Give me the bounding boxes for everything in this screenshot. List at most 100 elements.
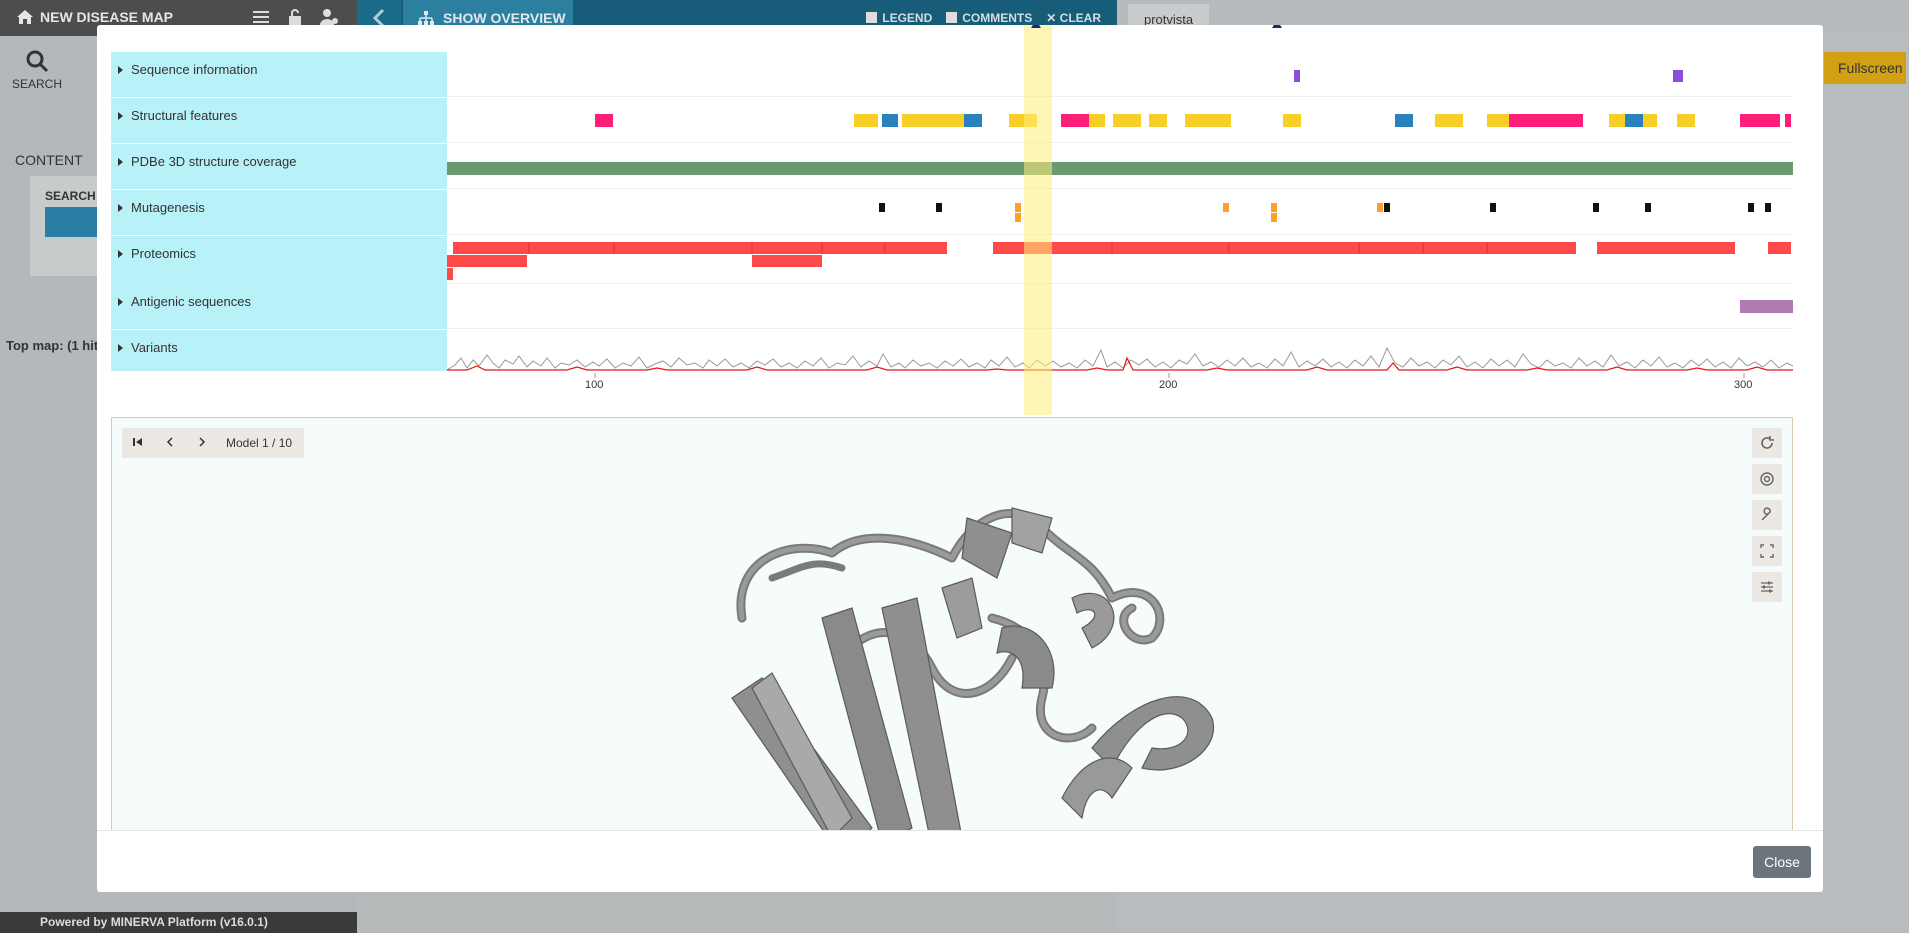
home-link[interactable]: NEW DISEASE MAP bbox=[16, 9, 173, 25]
protein-structure-render[interactable] bbox=[712, 498, 1252, 858]
comments-label: COMMENTS bbox=[962, 11, 1033, 25]
track-label[interactable]: Sequence information bbox=[111, 52, 447, 97]
track-variants[interactable]: Variants bbox=[111, 330, 1793, 371]
app-title: NEW DISEASE MAP bbox=[40, 9, 174, 25]
coverage-bar[interactable] bbox=[447, 162, 1793, 175]
track-label[interactable]: Structural features bbox=[111, 98, 447, 143]
variants-track bbox=[447, 346, 1793, 371]
caret-right-icon bbox=[118, 112, 123, 120]
mutagenesis-marks bbox=[879, 203, 1771, 222]
proteomics-track bbox=[447, 242, 1791, 280]
search-icon bbox=[26, 50, 49, 73]
sitemap-icon bbox=[418, 11, 434, 25]
axis-tick-label: 300 bbox=[1734, 379, 1753, 391]
show-overview-label: SHOW OVERVIEW bbox=[443, 10, 566, 26]
sequence-info-track bbox=[1294, 70, 1683, 82]
comments-checkbox[interactable] bbox=[946, 12, 958, 23]
home-icon bbox=[17, 10, 33, 24]
position-markers bbox=[1031, 25, 1282, 28]
expand-icon bbox=[1760, 544, 1774, 558]
user-settings-icon[interactable] bbox=[319, 8, 339, 26]
selection-highlight[interactable] bbox=[1024, 25, 1052, 415]
caret-right-icon bbox=[118, 158, 123, 166]
marker-triangle-icon bbox=[1031, 25, 1041, 28]
refresh-icon bbox=[1761, 436, 1774, 449]
chevron-right-icon bbox=[199, 436, 206, 447]
unlock-icon[interactable] bbox=[285, 8, 305, 26]
screenshot-button[interactable] bbox=[1752, 464, 1782, 494]
tab-search[interactable]: SEARCH bbox=[12, 48, 62, 91]
sequence-feature[interactable] bbox=[1673, 70, 1683, 82]
fullscreen-button[interactable]: Fullscreen bbox=[1824, 52, 1906, 84]
track-sequence-info[interactable]: Sequence information bbox=[111, 52, 1793, 97]
caret-right-icon bbox=[118, 204, 123, 212]
search-box-title: SEARCH bbox=[45, 189, 96, 203]
chevron-left-icon bbox=[166, 436, 173, 447]
clear-label: CLEAR bbox=[1059, 11, 1101, 25]
modal-footer: Close bbox=[97, 830, 1823, 892]
track-label[interactable]: Variants bbox=[111, 330, 447, 371]
proteomics-marks bbox=[447, 242, 1791, 280]
settings-button[interactable] bbox=[1752, 500, 1782, 530]
sequence-axis: 100 200 300 bbox=[461, 373, 1807, 403]
next-model-button[interactable] bbox=[186, 436, 218, 451]
axis-tick-label: 100 bbox=[585, 379, 604, 391]
axis-tick-label: 200 bbox=[1159, 379, 1178, 391]
structure-viewer[interactable]: Model 1 / 10 bbox=[111, 417, 1793, 858]
marker-triangle-icon bbox=[1272, 25, 1282, 28]
track-antigenic[interactable]: Antigenic sequences bbox=[111, 284, 1793, 329]
track-label[interactable]: Mutagenesis bbox=[111, 190, 447, 235]
pdbe-coverage-track bbox=[447, 162, 1793, 175]
protvista-modal: Sequence information Structural features bbox=[97, 25, 1823, 892]
model-navigation: Model 1 / 10 bbox=[122, 428, 304, 458]
caret-right-icon bbox=[118, 298, 123, 306]
track-label[interactable]: Proteomics bbox=[111, 236, 447, 284]
antigen-feature[interactable] bbox=[1740, 300, 1793, 313]
close-button[interactable]: Close bbox=[1753, 846, 1811, 878]
skip-start-icon bbox=[133, 437, 142, 446]
tab-search-label: SEARCH bbox=[12, 77, 63, 91]
track-label-text: Sequence information bbox=[131, 62, 258, 77]
sequence-feature[interactable] bbox=[1294, 70, 1300, 82]
reset-view-button[interactable] bbox=[1752, 428, 1782, 458]
model-label: Model 1 / 10 bbox=[226, 436, 293, 450]
caret-right-icon bbox=[118, 250, 123, 258]
controls-button[interactable] bbox=[1752, 572, 1782, 602]
legend-checkbox[interactable] bbox=[866, 12, 878, 23]
track-label-text: PDBe 3D structure coverage bbox=[131, 154, 297, 169]
mutagenesis-track bbox=[879, 203, 1771, 222]
structural-features-track bbox=[595, 114, 1791, 127]
track-label-text: Proteomics bbox=[131, 246, 197, 261]
structural-feature-marks bbox=[595, 114, 1791, 127]
track-proteomics[interactable]: Proteomics bbox=[111, 236, 1793, 284]
comments-toggle[interactable]: COMMENTS bbox=[946, 11, 1032, 25]
track-pdbe-coverage[interactable]: PDBe 3D structure coverage bbox=[111, 144, 1793, 189]
menu-icon[interactable] bbox=[251, 8, 271, 26]
variants-grey-line bbox=[447, 346, 1793, 371]
first-model-button[interactable] bbox=[122, 436, 154, 451]
track-label-text: Antigenic sequences bbox=[131, 294, 251, 309]
caret-right-icon bbox=[118, 66, 123, 74]
sliders-icon bbox=[1761, 581, 1773, 593]
camera-icon bbox=[1760, 472, 1774, 486]
antigenic-track bbox=[1740, 300, 1793, 313]
viewer-toolbar bbox=[1752, 428, 1782, 608]
track-label-text: Structural features bbox=[131, 108, 238, 123]
track-label[interactable]: Antigenic sequences bbox=[111, 284, 447, 329]
clear-button[interactable]: ✕ CLEAR bbox=[1046, 11, 1101, 25]
track-label-text: Mutagenesis bbox=[131, 200, 205, 215]
track-mutagenesis[interactable]: Mutagenesis bbox=[111, 190, 1793, 235]
protvista-tracks: Sequence information Structural features bbox=[111, 25, 1793, 415]
powered-by: Powered by MINERVA Platform (v16.0.1) bbox=[0, 912, 357, 933]
prev-model-button[interactable] bbox=[154, 436, 186, 451]
legend-toggle[interactable]: LEGEND bbox=[866, 11, 932, 25]
top-map-label: Top map: (1 hit bbox=[6, 338, 99, 353]
wrench-icon bbox=[1761, 507, 1771, 521]
expand-button[interactable] bbox=[1752, 536, 1782, 566]
legend-label: LEGEND bbox=[882, 11, 933, 25]
track-structural-features[interactable]: Structural features bbox=[111, 98, 1793, 143]
axis-ticks bbox=[594, 373, 1745, 378]
track-label-text: Variants bbox=[131, 340, 178, 355]
caret-right-icon bbox=[118, 344, 123, 352]
track-label[interactable]: PDBe 3D structure coverage bbox=[111, 144, 447, 189]
